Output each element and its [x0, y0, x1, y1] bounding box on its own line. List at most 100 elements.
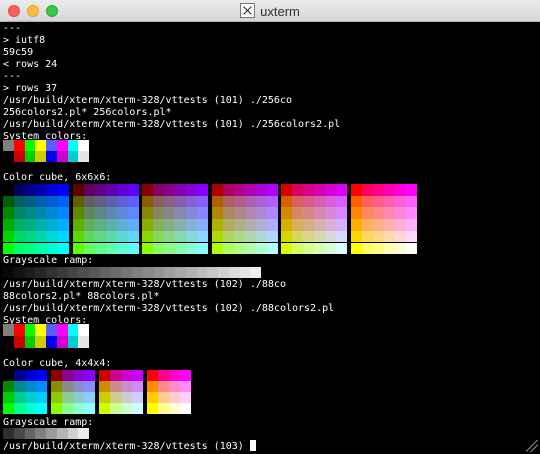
- system-color-swatch: [46, 336, 57, 348]
- color-cube-swatch: [234, 195, 245, 208]
- color-cube-swatch: [292, 195, 303, 208]
- color-cube-swatch: [158, 392, 169, 403]
- color-cube-swatch: [51, 403, 62, 414]
- color-cube-swatch: [25, 242, 36, 255]
- grayscale-swatch: [99, 267, 111, 278]
- color-cube-swatch: [14, 230, 25, 243]
- grayscale-swatch: [153, 267, 165, 278]
- color-cube-swatch: [36, 381, 47, 392]
- resize-grip-icon[interactable]: [526, 440, 538, 452]
- color-cube-swatch: [267, 230, 278, 243]
- color-cube-swatch: [128, 184, 139, 196]
- color-cube-swatch: [197, 242, 208, 255]
- color-cube-swatch: [164, 207, 175, 220]
- color-cube-swatch: [121, 403, 132, 414]
- color-cube-swatch: [84, 403, 95, 414]
- color-cube-swatch: [223, 230, 234, 243]
- grayscale-swatch: [78, 267, 89, 278]
- grayscale-swatch: [35, 267, 46, 278]
- color-cube-swatch: [395, 195, 406, 208]
- color-cube-swatch: [47, 184, 58, 196]
- color-cube-swatch: [245, 230, 256, 243]
- system-color-swatch: [67, 151, 79, 162]
- color-cube-swatch: [362, 219, 373, 231]
- system-color-swatch: [56, 324, 68, 336]
- color-cube-swatch: [362, 195, 373, 208]
- color-cube-swatch: [212, 242, 223, 255]
- color-cube-swatch: [406, 207, 417, 220]
- color-cube-swatch: [117, 184, 128, 196]
- system-color-swatch: [3, 140, 14, 151]
- color-cube-swatch: [14, 184, 25, 196]
- color-cube-swatch: [62, 392, 73, 403]
- grayscale-swatch: [185, 267, 197, 278]
- system-color-swatch: [46, 324, 57, 336]
- color-cube-swatch: [281, 219, 292, 231]
- color-cube-swatch: [351, 207, 362, 220]
- color-cube-swatch: [110, 392, 121, 403]
- color-cube-swatch: [128, 242, 139, 255]
- window-title-group: uxterm: [0, 3, 540, 19]
- color-cube-swatch: [384, 230, 395, 243]
- color-cube-swatch: [373, 207, 384, 220]
- color-cube-swatch: [314, 230, 325, 243]
- color-cube-swatch: [84, 184, 95, 196]
- color-cube-swatch: [175, 242, 186, 255]
- color-cube-swatch: [106, 230, 117, 243]
- color-cube-swatch: [62, 403, 73, 414]
- color-cube-swatch: [47, 195, 58, 208]
- grayscale-swatch: [67, 267, 79, 278]
- color-cube-swatch: [58, 242, 69, 255]
- color-cube-swatch: [384, 207, 395, 220]
- system-color-swatch: [35, 324, 46, 336]
- grayscale-swatch: [250, 267, 261, 278]
- color-cube-swatch: [47, 242, 58, 255]
- color-cube-swatch: [164, 195, 175, 208]
- color-cube-swatch: [395, 207, 406, 220]
- color-cube-swatch: [99, 403, 110, 414]
- color-cube-swatch: [384, 195, 395, 208]
- color-cube-swatch: [14, 381, 25, 392]
- color-cube-swatch: [362, 230, 373, 243]
- color-cube-swatch: [373, 195, 384, 208]
- color-cube-swatch: [158, 403, 169, 414]
- system-color-swatch: [67, 140, 79, 151]
- color-cube-swatch: [164, 230, 175, 243]
- color-cube-swatch: [25, 219, 36, 231]
- system-color-swatch: [78, 324, 89, 336]
- color-cube-swatch: [256, 219, 267, 231]
- title-bar[interactable]: uxterm: [0, 0, 540, 22]
- grayscale-swatch: [35, 428, 46, 439]
- color-cube-swatch: [169, 403, 180, 414]
- terminal-line: ---: [3, 23, 22, 34]
- color-cube-swatch: [14, 207, 25, 220]
- color-cube-swatch: [186, 207, 197, 220]
- color-cube-swatch: [406, 184, 417, 196]
- color-cube-swatch: [395, 184, 406, 196]
- color-cube-swatch: [14, 403, 25, 414]
- color-cube-swatch: [58, 184, 69, 196]
- color-cube-swatch: [47, 219, 58, 231]
- color-cube-swatch: [95, 230, 106, 243]
- color-cube-swatch: [117, 230, 128, 243]
- color-cube-swatch: [25, 184, 36, 196]
- color-cube-swatch: [406, 219, 417, 231]
- grayscale-swatch: [3, 428, 14, 439]
- x11-icon: [240, 3, 256, 18]
- color-cube-swatch: [117, 195, 128, 208]
- grayscale-swatch: [78, 428, 89, 439]
- color-cube-swatch: [36, 370, 47, 381]
- terminal-line: > rows 37: [3, 83, 58, 94]
- color-cube-swatch: [245, 184, 256, 196]
- color-cube-swatch: [47, 230, 58, 243]
- color-cube-swatch: [84, 381, 95, 392]
- color-cube-swatch: [169, 381, 180, 392]
- color-cube-swatch: [95, 219, 106, 231]
- color-cube-swatch: [84, 242, 95, 255]
- color-cube-swatch: [384, 219, 395, 231]
- color-cube-swatch: [325, 242, 336, 255]
- terminal-screen[interactable]: --- > iutf8 59c59 < rows 24 --- > rows 3…: [3, 22, 540, 454]
- color-cube-swatch: [84, 230, 95, 243]
- color-cube-swatch: [36, 392, 47, 403]
- terminal-line: ---: [3, 71, 22, 82]
